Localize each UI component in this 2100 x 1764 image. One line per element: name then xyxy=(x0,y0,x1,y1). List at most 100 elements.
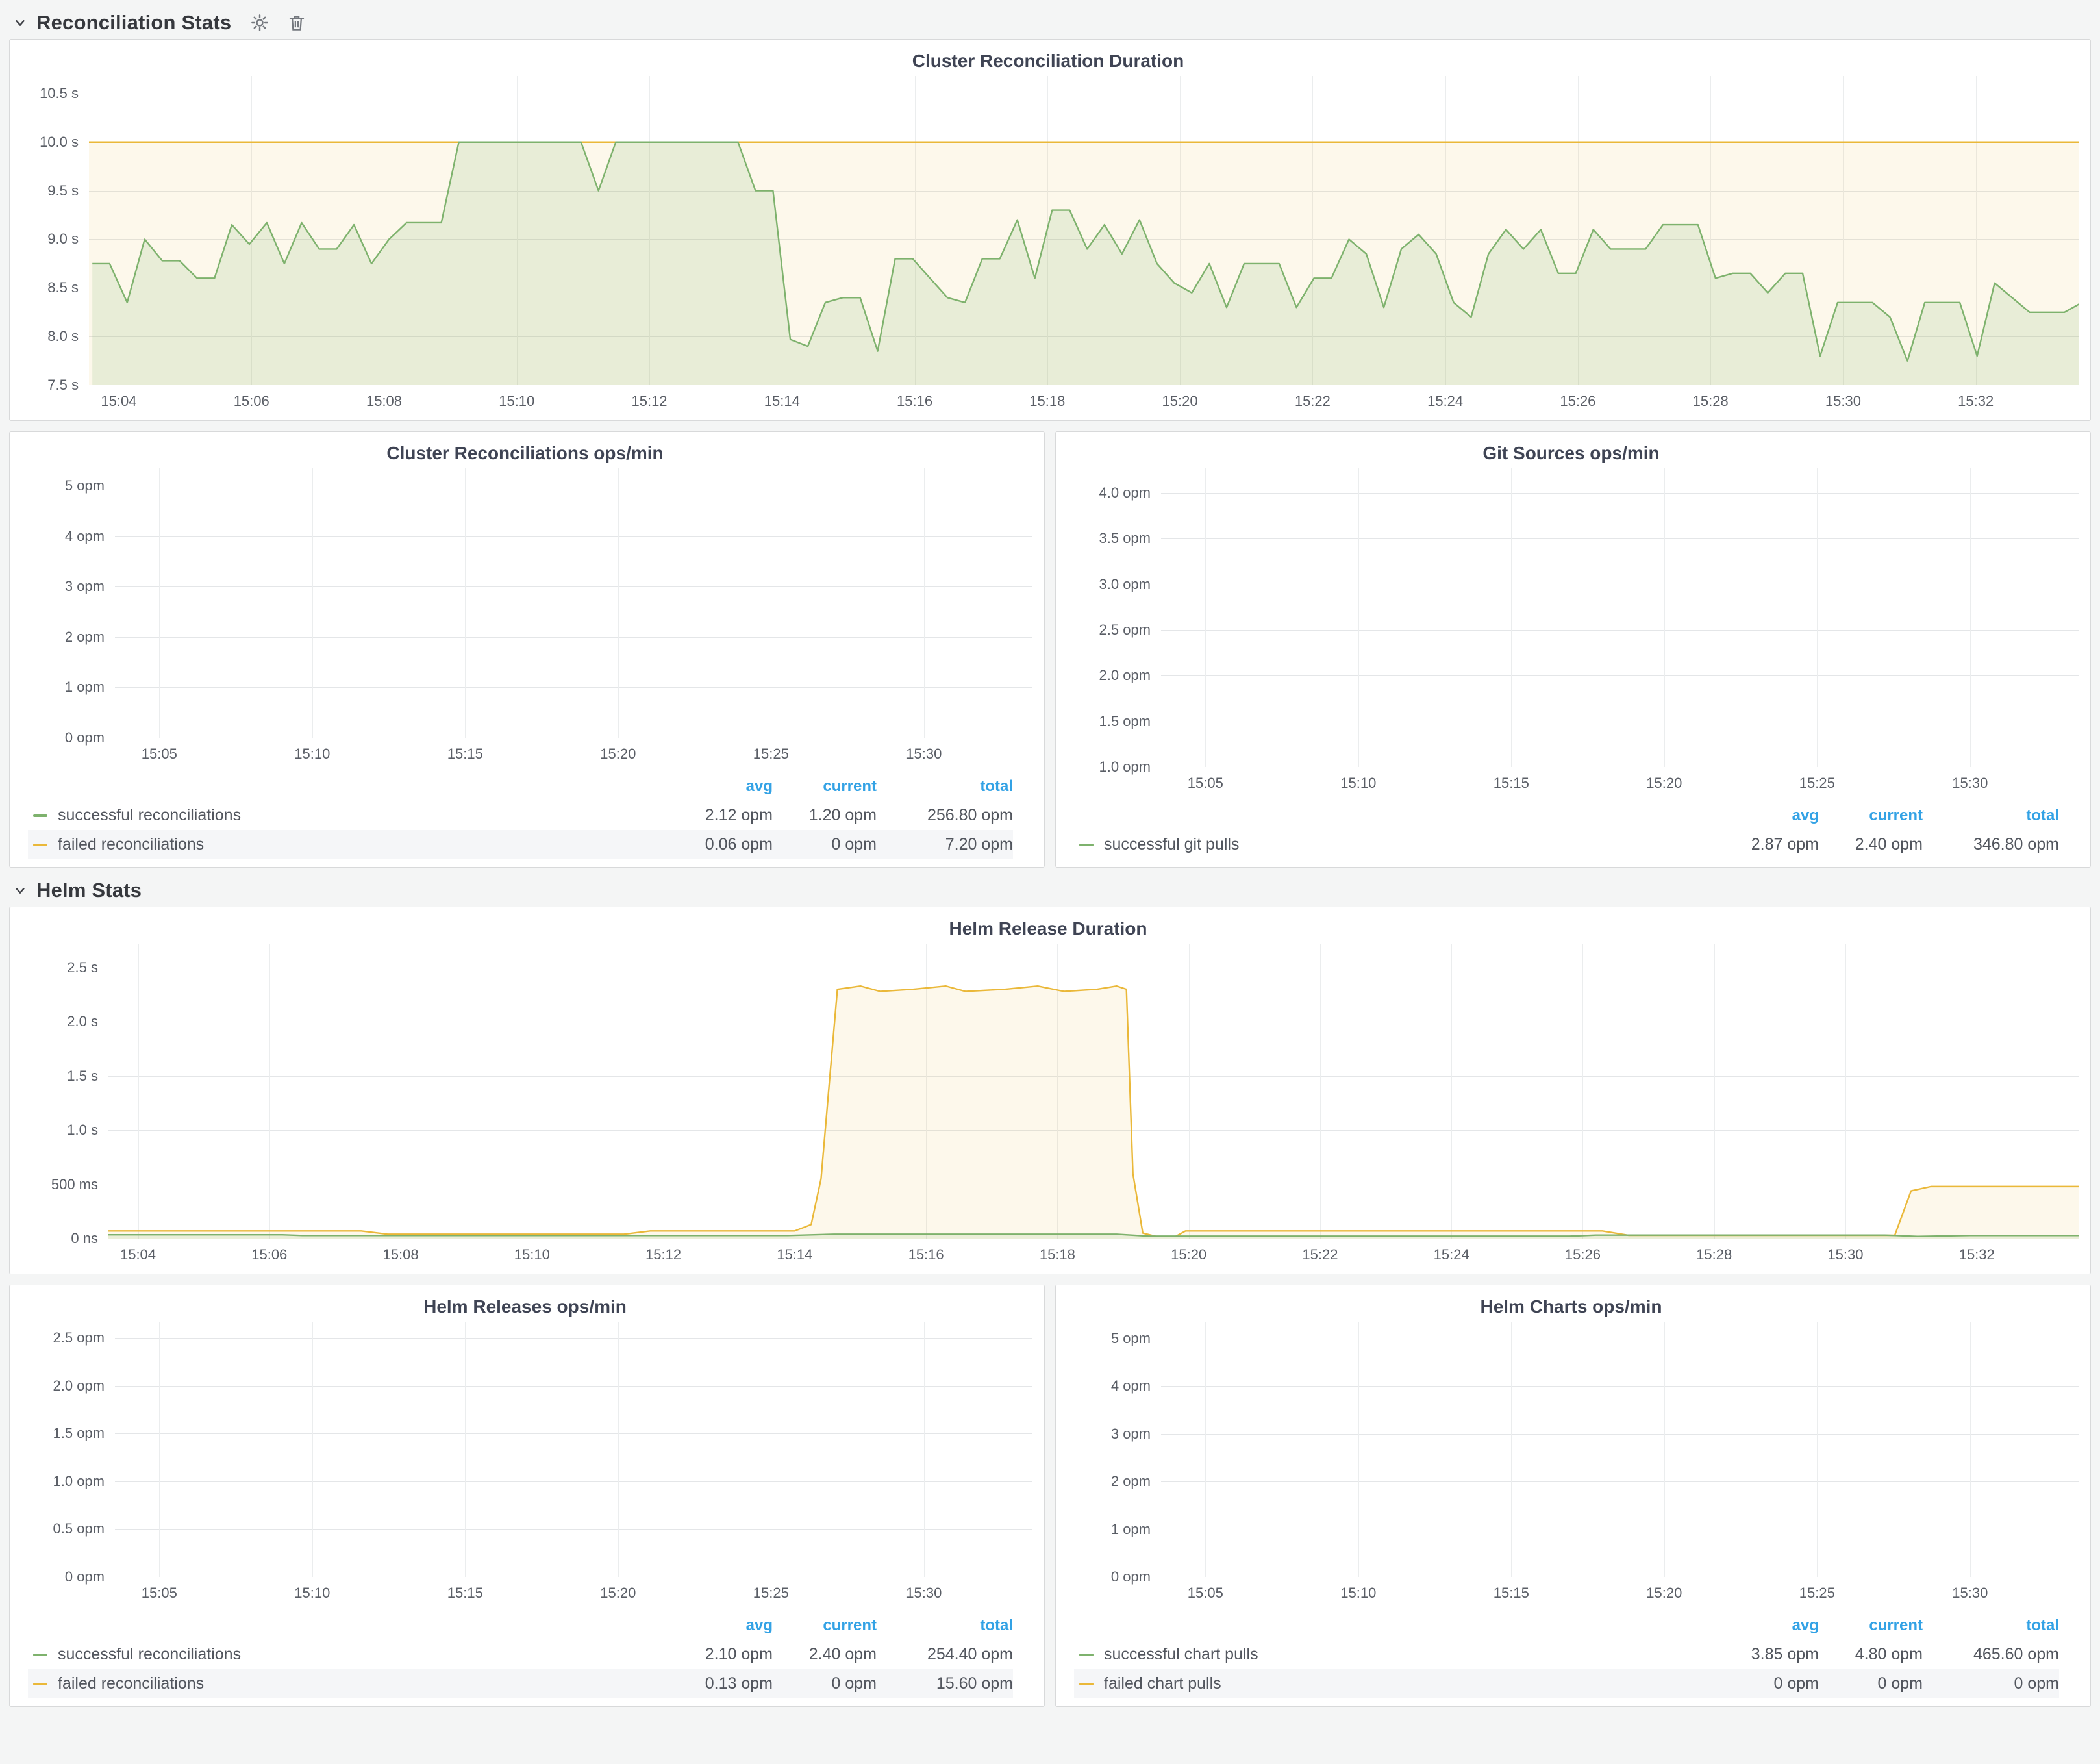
legend-column-header[interactable]: avg xyxy=(1708,1617,1819,1635)
legend-column-header[interactable]: current xyxy=(773,777,877,796)
y-axis-label: 1.0 s xyxy=(67,1122,98,1139)
y-axis-label: 2.0 opm xyxy=(53,1378,105,1394)
legend-column-header[interactable]: total xyxy=(1923,1617,2059,1635)
x-axis-label: 15:10 xyxy=(1340,1585,1376,1602)
gear-icon[interactable] xyxy=(249,12,270,33)
legend-column-header[interactable]: total xyxy=(877,777,1013,796)
y-axis-label: 1.5 s xyxy=(67,1068,98,1085)
legend-series-label[interactable]: successful reconciliations xyxy=(58,806,241,825)
legend-column-header[interactable]: avg xyxy=(1708,807,1819,825)
legend-column-header[interactable]: total xyxy=(877,1617,1013,1635)
section-title[interactable]: Helm Stats xyxy=(36,879,142,902)
grid-line xyxy=(1664,1322,1665,1577)
grid-line xyxy=(1161,1481,2079,1482)
grid-line xyxy=(1161,630,2079,631)
plot-area xyxy=(89,76,2079,385)
x-axis-label: 15:06 xyxy=(234,393,269,410)
y-axis-label: 3.0 opm xyxy=(1099,576,1151,593)
grid-line xyxy=(1664,468,1665,767)
y-axis-label: 3 opm xyxy=(1111,1426,1151,1443)
x-axis-label: 15:14 xyxy=(764,393,800,410)
x-axis-label: 15:12 xyxy=(631,393,667,410)
legend-series-label[interactable]: failed chart pulls xyxy=(1104,1674,1221,1693)
y-axis-label: 5 opm xyxy=(1111,1330,1151,1347)
legend-header-row: avgcurrenttotal xyxy=(28,772,1013,801)
legend-series: failed reconciliations xyxy=(28,835,662,854)
legend-series-label[interactable]: successful git pulls xyxy=(1104,835,1239,854)
legend-stat-value: 0 opm xyxy=(1819,1674,1923,1693)
legend-stat-value: 346.80 opm xyxy=(1923,835,2059,854)
y-axis-label: 0 opm xyxy=(65,1569,105,1585)
y-axis-label: 8.5 s xyxy=(47,279,79,296)
legend-swatch xyxy=(1079,844,1094,846)
x-axis-label: 15:32 xyxy=(1959,1246,1995,1263)
x-axis-label: 15:16 xyxy=(908,1246,944,1263)
grid-line xyxy=(115,1481,1032,1482)
legend-header-row: avgcurrenttotal xyxy=(1074,1611,2059,1640)
grid-line xyxy=(465,1322,466,1577)
legend-column-header[interactable]: avg xyxy=(662,1617,773,1635)
legend-series-label[interactable]: successful chart pulls xyxy=(1104,1645,1258,1664)
y-axis-label: 10.5 s xyxy=(40,85,79,102)
legend-series-label[interactable]: successful reconciliations xyxy=(58,1645,241,1664)
y-axis-label: 3 opm xyxy=(65,578,105,595)
x-axis-label: 15:20 xyxy=(1162,393,1198,410)
plot-area xyxy=(1161,468,2079,767)
chart-cluster-reconciliations: 5 opm4 opm3 opm2 opm1 opm0 opm 15:05 15:10… xyxy=(18,468,1032,768)
x-axis-label: 15:05 xyxy=(142,1585,177,1602)
panel-title[interactable]: Helm Release Duration xyxy=(18,914,2079,944)
chevron-down-icon[interactable] xyxy=(13,16,27,30)
x-axis-label: 15:30 xyxy=(906,1585,942,1602)
panel-helm-releases: Helm Releases ops/min 2.5 opm2.0 opm1.5 … xyxy=(9,1285,1045,1707)
legend-header-row: avgcurrenttotal xyxy=(1074,801,2059,830)
x-axis-label: 15:04 xyxy=(120,1246,156,1263)
panel-title[interactable]: Helm Charts ops/min xyxy=(1064,1292,2079,1322)
y-axis-label: 9.5 s xyxy=(47,183,79,199)
legend-series-label[interactable]: failed reconciliations xyxy=(58,835,204,854)
panel-cluster-reconciliation-duration: Cluster Reconciliation Duration 10.5 s10… xyxy=(9,39,2091,421)
x-axis-label: 15:20 xyxy=(1646,1585,1682,1602)
x-axis-label: 15:25 xyxy=(1799,775,1835,792)
chevron-down-icon[interactable] xyxy=(13,883,27,898)
x-axis-label: 15:24 xyxy=(1427,393,1463,410)
x-axis-label: 15:10 xyxy=(1340,775,1376,792)
panel-git-sources: Git Sources ops/min 4.0 opm3.5 opm3.0 op… xyxy=(1055,431,2091,868)
x-axis-label: 15:24 xyxy=(1434,1246,1469,1263)
legend-series: successful chart pulls xyxy=(1074,1645,1708,1664)
y-axis: 5 opm4 opm3 opm2 opm1 opm0 opm xyxy=(18,468,115,738)
legend-column-header[interactable]: current xyxy=(1819,1617,1923,1635)
panel-title[interactable]: Cluster Reconciliation Duration xyxy=(18,46,2079,76)
y-axis-label: 0 ns xyxy=(71,1230,98,1247)
y-axis-label: 9.0 s xyxy=(47,231,79,247)
grid-line xyxy=(159,1322,160,1577)
grid-line xyxy=(115,586,1032,587)
grid-line xyxy=(1161,675,2079,676)
grid-line xyxy=(1161,1434,2079,1435)
grid-line xyxy=(1358,468,1359,767)
legend-column-header[interactable]: current xyxy=(1819,807,1923,825)
grid-line xyxy=(924,468,925,738)
legend-stat-value: 465.60 opm xyxy=(1923,1645,2059,1664)
panel-title[interactable]: Git Sources ops/min xyxy=(1064,438,2079,468)
panel-title[interactable]: Cluster Reconciliations ops/min xyxy=(18,438,1032,468)
section-title[interactable]: Reconciliation Stats xyxy=(36,11,231,34)
legend-column-header[interactable]: total xyxy=(1923,807,2059,825)
y-axis: 2.5 opm2.0 opm1.5 opm1.0 opm0.5 opm0 opm xyxy=(18,1322,115,1577)
helm-release-yellow-fill xyxy=(108,986,2079,1239)
y-axis-label: 5 opm xyxy=(65,477,105,494)
x-axis-label: 15:26 xyxy=(1565,1246,1601,1263)
legend-series-label[interactable]: failed reconciliations xyxy=(58,1674,204,1693)
grid-line xyxy=(115,1338,1032,1339)
trash-icon[interactable] xyxy=(287,12,306,33)
grid-line xyxy=(115,536,1032,537)
y-axis-label: 3.5 opm xyxy=(1099,530,1151,547)
plot-area xyxy=(108,944,2079,1239)
chart-cluster-reconciliation-duration: 10.5 s10.0 s9.5 s9.0 s8.5 s8.0 s7.5 s15:… xyxy=(18,76,2079,415)
x-axis-label: 15:20 xyxy=(1171,1246,1206,1263)
x-axis-label: 15:10 xyxy=(294,746,330,762)
legend-column-header[interactable]: current xyxy=(773,1617,877,1635)
panel-title[interactable]: Helm Releases ops/min xyxy=(18,1292,1032,1322)
plot-area xyxy=(1161,1322,2079,1577)
x-axis-label: 15:05 xyxy=(142,746,177,762)
legend-column-header[interactable]: avg xyxy=(662,777,773,796)
